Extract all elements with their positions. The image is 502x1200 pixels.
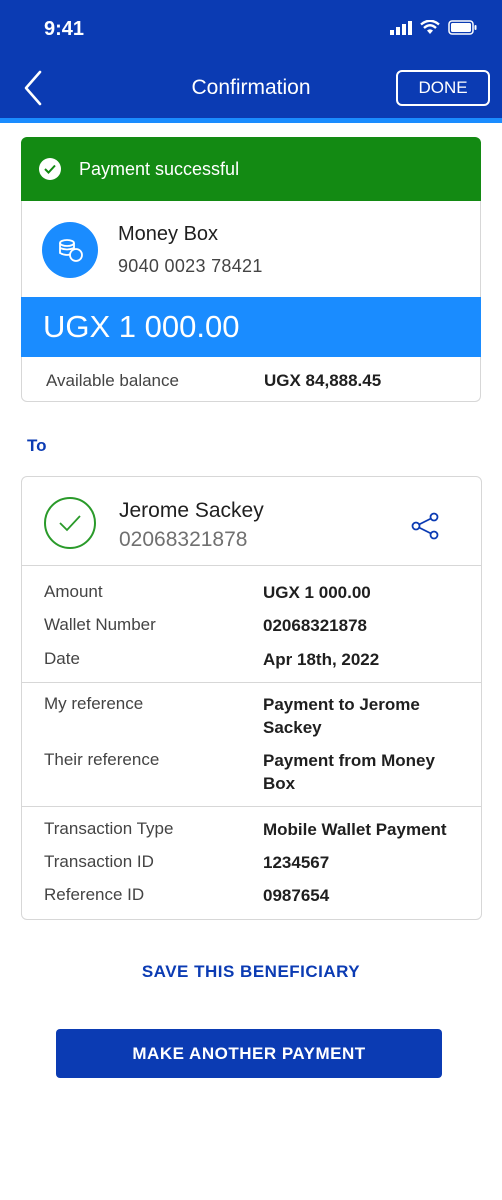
detail-value: Payment from Money Box [263, 751, 435, 793]
detail-label: Wallet Number [44, 615, 156, 634]
beneficiary-card: Jerome Sackey 02068321878 Amount UGX 1 0… [21, 476, 482, 920]
beneficiary-name: Jerome Sackey [119, 499, 264, 522]
to-label: To [27, 436, 47, 455]
detail-label: Transaction Type [44, 819, 174, 838]
header-accent-strip [0, 118, 502, 123]
account-name: Money Box [118, 223, 219, 245]
detail-label: Date [44, 649, 80, 668]
account-number: 9040 0023 78421 [118, 256, 263, 276]
divider [22, 565, 481, 566]
detail-value: Apr 18th, 2022 [263, 650, 380, 669]
signal-icon [390, 20, 412, 35]
divider [22, 806, 481, 807]
detail-value: 1234567 [263, 853, 330, 872]
check-icon [39, 158, 61, 180]
detail-label: My reference [44, 694, 144, 713]
detail-label: Their reference [44, 750, 160, 769]
source-account-card: Money Box 9040 0023 78421 UGX 1 000.00 A… [21, 201, 481, 402]
status-icons [390, 20, 478, 35]
detail-value: UGX 1 000.00 [263, 583, 371, 602]
detail-label: Transaction ID [44, 852, 154, 871]
detail-label: Reference ID [44, 885, 145, 904]
save-beneficiary-link[interactable]: SAVE THIS BENEFICIARY [0, 962, 502, 982]
detail-value: 02068321878 [263, 616, 368, 635]
detail-label: Amount [44, 582, 103, 601]
app-header: 9:41 Confirmation DONE [0, 0, 502, 118]
detail-value: 0987654 [263, 886, 330, 905]
status-time: 9:41 [44, 18, 85, 40]
make-another-payment-button[interactable]: MAKE ANOTHER PAYMENT [56, 1029, 442, 1078]
detail-value: Mobile Wallet Payment [263, 820, 447, 839]
balance-label: Available balance [46, 371, 179, 390]
balance-value: UGX 84,888.45 [264, 371, 382, 390]
divider [22, 682, 481, 683]
success-message: Payment successful [79, 158, 240, 179]
share-icon[interactable] [410, 512, 440, 540]
done-button[interactable]: DONE [396, 70, 490, 106]
checkmark-circle-icon [44, 497, 96, 549]
payment-amount: UGX 1 000.00 [21, 297, 481, 357]
success-banner: Payment successful [21, 137, 481, 201]
battery-icon [448, 20, 477, 35]
money-box-icon [42, 222, 98, 278]
beneficiary-number: 02068321878 [119, 528, 248, 551]
detail-value: Payment to Jerome Sackey [263, 695, 420, 737]
wifi-icon [420, 20, 440, 34]
